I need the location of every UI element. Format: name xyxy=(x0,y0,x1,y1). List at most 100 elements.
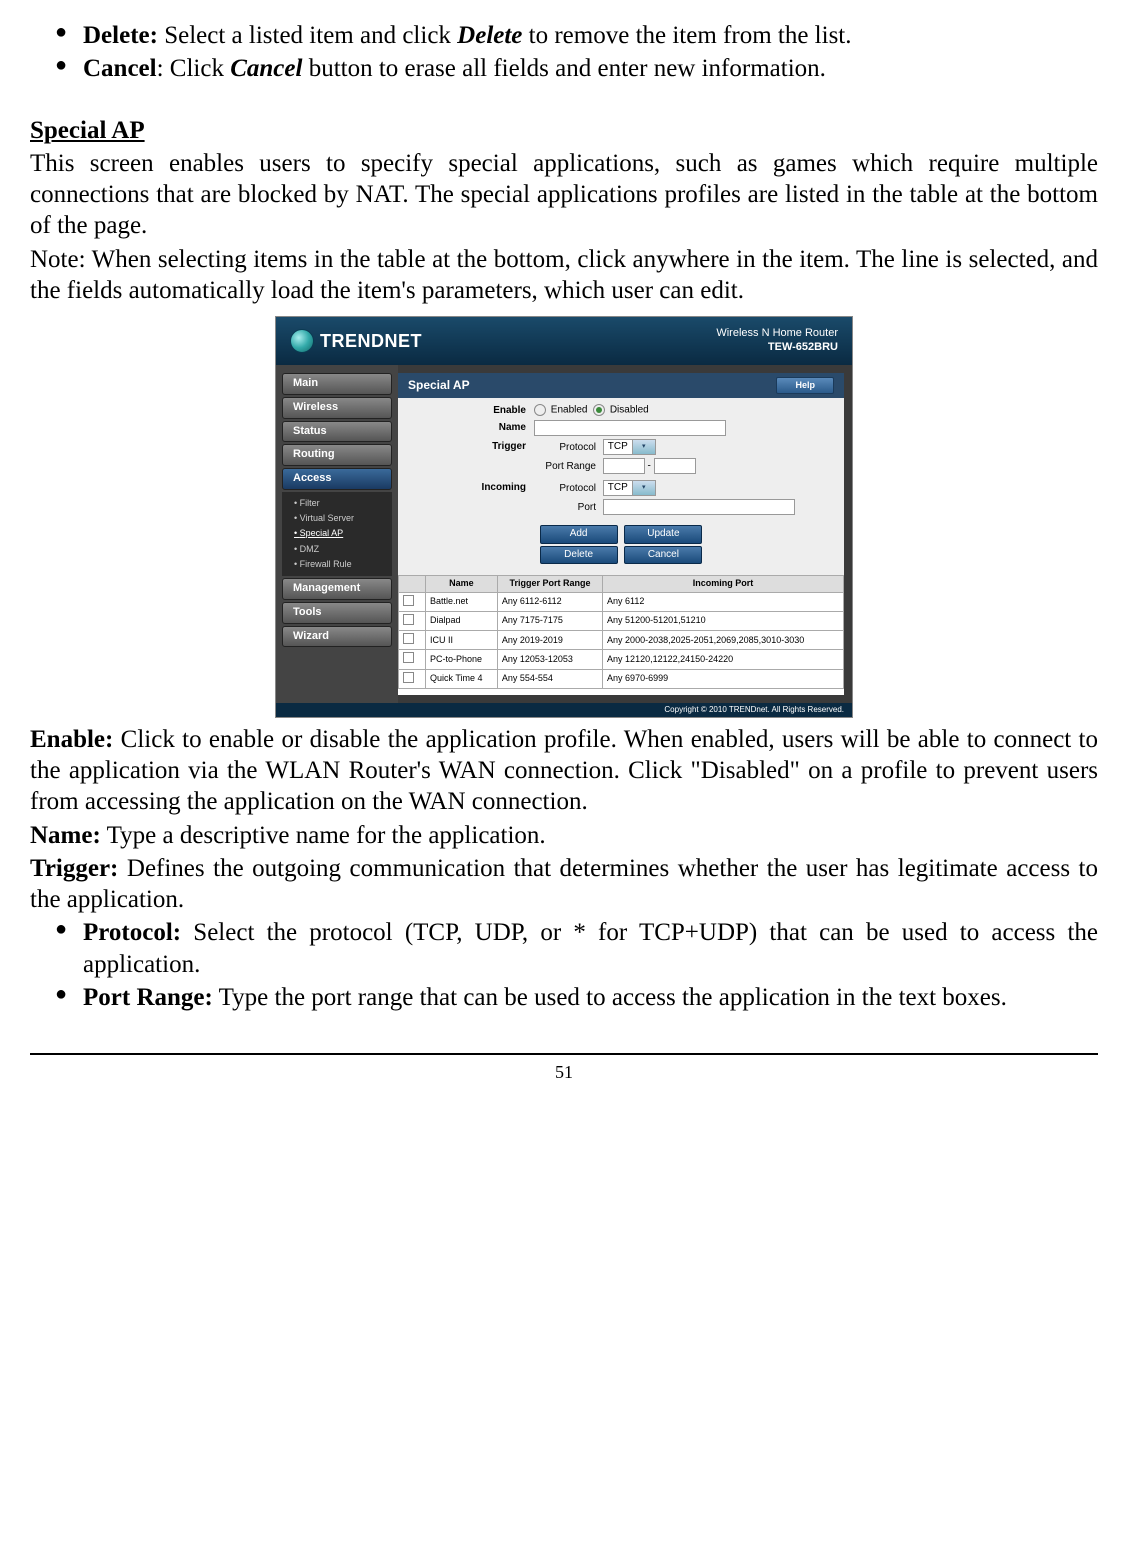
header-line1: Wireless N Home Router xyxy=(716,327,838,341)
subnav-specialap[interactable]: • Special AP xyxy=(282,526,392,541)
cancel-text2: button to erase all fields and enter new… xyxy=(302,55,825,82)
name-desc-label: Name: xyxy=(30,822,101,849)
logo-area: TRENDNET xyxy=(290,329,422,353)
enable-desc: Enable: Click to enable or disable the a… xyxy=(30,724,1098,818)
incoming-protocol-select[interactable]: TCP▾ xyxy=(603,480,656,496)
nav-wizard[interactable]: Wizard xyxy=(282,626,392,648)
bullet-portrange: Port Range: Type the port range that can… xyxy=(55,982,1098,1013)
name-desc: Name: Type a descriptive name for the ap… xyxy=(30,820,1098,851)
enable-desc-text: Click to enable or disable the applicati… xyxy=(30,726,1098,816)
trigger-port-to[interactable] xyxy=(654,458,696,474)
nav-tools[interactable]: Tools xyxy=(282,602,392,624)
table-row[interactable]: Battle.netAny 6112-6112Any 6112 xyxy=(399,592,844,611)
chevron-down-icon: ▾ xyxy=(632,440,655,454)
form-area: Enable Enabled Disabled Name Trigger Pro… xyxy=(398,398,844,575)
cancel-label: Cancel xyxy=(83,55,157,82)
trigger-desc-label: Trigger: xyxy=(30,855,118,882)
enable-label: Enable xyxy=(406,405,534,418)
bullet-protocol: Protocol: Select the protocol (TCP, UDP,… xyxy=(55,917,1098,980)
enabled-radio[interactable] xyxy=(534,404,546,416)
profiles-table: Name Trigger Port Range Incoming Port Ba… xyxy=(398,575,844,689)
add-button[interactable]: Add xyxy=(540,525,618,544)
router-header: TRENDNET Wireless N Home Router TEW-652B… xyxy=(276,317,852,365)
brand-text: TRENDNET xyxy=(320,330,422,353)
subnav-virtualserver[interactable]: • Virtual Server xyxy=(282,511,392,526)
nav-management[interactable]: Management xyxy=(282,578,392,600)
help-button[interactable]: Help xyxy=(776,377,834,394)
delete-button[interactable]: Delete xyxy=(540,546,618,565)
incoming-port-input[interactable] xyxy=(603,499,795,515)
content-title: Special AP xyxy=(408,378,470,393)
intro-para-1: This screen enables users to specify spe… xyxy=(30,148,1098,242)
subnav-dmz[interactable]: • DMZ xyxy=(282,542,392,557)
trigger-portrange-label: Port Range xyxy=(534,461,600,474)
checkbox[interactable] xyxy=(403,614,414,625)
incoming-port-label: Port xyxy=(534,502,600,515)
trigger-protocol-label: Protocol xyxy=(534,442,600,455)
section-title: Special AP xyxy=(30,115,1098,146)
subnav-filter[interactable]: • Filter xyxy=(282,496,392,511)
cancel-text: : Click xyxy=(157,55,231,82)
protocol-label: Protocol: xyxy=(83,919,181,946)
trigger-sub-bullets: Protocol: Select the protocol (TCP, UDP,… xyxy=(55,917,1098,1013)
name-label: Name xyxy=(406,422,534,435)
protocol-text: Select the protocol (TCP, UDP, or * for … xyxy=(83,919,1098,977)
top-bullet-list: Delete: Select a listed item and click D… xyxy=(55,20,1098,85)
trigger-protocol-select[interactable]: TCP▾ xyxy=(603,439,656,455)
nav-access[interactable]: Access xyxy=(282,468,392,490)
header-model: TEW-652BRU xyxy=(716,341,838,355)
trigger-port-from[interactable] xyxy=(603,458,645,474)
content-column: Special AP Help Enable Enabled Disabled … xyxy=(398,373,844,695)
checkbox[interactable] xyxy=(403,652,414,663)
page-footer: 51 xyxy=(30,1053,1098,1084)
checkbox[interactable] xyxy=(403,595,414,606)
nav-column: Main Wireless Status Routing Access • Fi… xyxy=(276,365,398,703)
page-number: 51 xyxy=(555,1062,573,1082)
checkbox[interactable] xyxy=(403,672,414,683)
intro-para-2: Note: When selecting items in the table … xyxy=(30,244,1098,307)
table-row[interactable]: PC-to-PhoneAny 12053-12053Any 12120,1212… xyxy=(399,650,844,669)
enabled-text: Enabled xyxy=(551,405,588,416)
router-footer: Copyright © 2010 TRENDnet. All Rights Re… xyxy=(276,703,852,717)
name-desc-text: Type a descriptive name for the applicat… xyxy=(101,822,546,849)
nav-status[interactable]: Status xyxy=(282,421,392,443)
delete-label: Delete: xyxy=(83,22,158,49)
disabled-text: Disabled xyxy=(610,405,649,416)
update-button[interactable]: Update xyxy=(624,525,702,544)
chevron-down-icon: ▾ xyxy=(632,481,655,495)
disabled-radio[interactable] xyxy=(593,404,605,416)
router-screenshot: TRENDNET Wireless N Home Router TEW-652B… xyxy=(275,316,853,718)
router-body: Main Wireless Status Routing Access • Fi… xyxy=(276,365,852,703)
content-header: Special AP Help xyxy=(398,373,844,398)
incoming-label: Incoming xyxy=(406,482,534,495)
nav-wireless[interactable]: Wireless xyxy=(282,397,392,419)
bullet-delete: Delete: Select a listed item and click D… xyxy=(55,20,1098,51)
trigger-desc: Trigger: Defines the outgoing communicat… xyxy=(30,853,1098,916)
cancel-btn-ref: Cancel xyxy=(230,55,302,82)
header-right: Wireless N Home Router TEW-652BRU xyxy=(716,327,838,355)
nav-routing[interactable]: Routing xyxy=(282,444,392,466)
enable-desc-label: Enable: xyxy=(30,726,113,753)
delete-text: Select a listed item and click xyxy=(158,22,457,49)
button-row: Add Update Delete Cancel xyxy=(406,518,836,569)
brand-icon xyxy=(290,329,314,353)
delete-text2: to remove the item from the list. xyxy=(522,22,851,49)
subnav: • Filter • Virtual Server • Special AP •… xyxy=(282,492,392,576)
table-row[interactable]: ICU IIAny 2019-2019Any 2000-2038,2025-20… xyxy=(399,631,844,650)
col-incoming: Incoming Port xyxy=(603,576,844,592)
col-trigger: Trigger Port Range xyxy=(497,576,602,592)
subnav-firewall[interactable]: • Firewall Rule xyxy=(282,557,392,572)
nav-main[interactable]: Main xyxy=(282,373,392,395)
incoming-protocol-label: Protocol xyxy=(534,483,600,496)
table-row[interactable]: Quick Time 4Any 554-554Any 6970-6999 xyxy=(399,669,844,688)
checkbox[interactable] xyxy=(403,633,414,644)
portrange-text: Type the port range that can be used to … xyxy=(213,984,1007,1011)
bullet-cancel: Cancel: Click Cancel button to erase all… xyxy=(55,53,1098,84)
table-row[interactable]: DialpadAny 7175-7175Any 51200-51201,5121… xyxy=(399,611,844,630)
name-input[interactable] xyxy=(534,420,726,436)
trigger-label: Trigger xyxy=(406,441,534,454)
col-name: Name xyxy=(426,576,498,592)
portrange-label: Port Range: xyxy=(83,984,213,1011)
delete-btn-ref: Delete xyxy=(457,22,522,49)
cancel-button[interactable]: Cancel xyxy=(624,546,702,565)
